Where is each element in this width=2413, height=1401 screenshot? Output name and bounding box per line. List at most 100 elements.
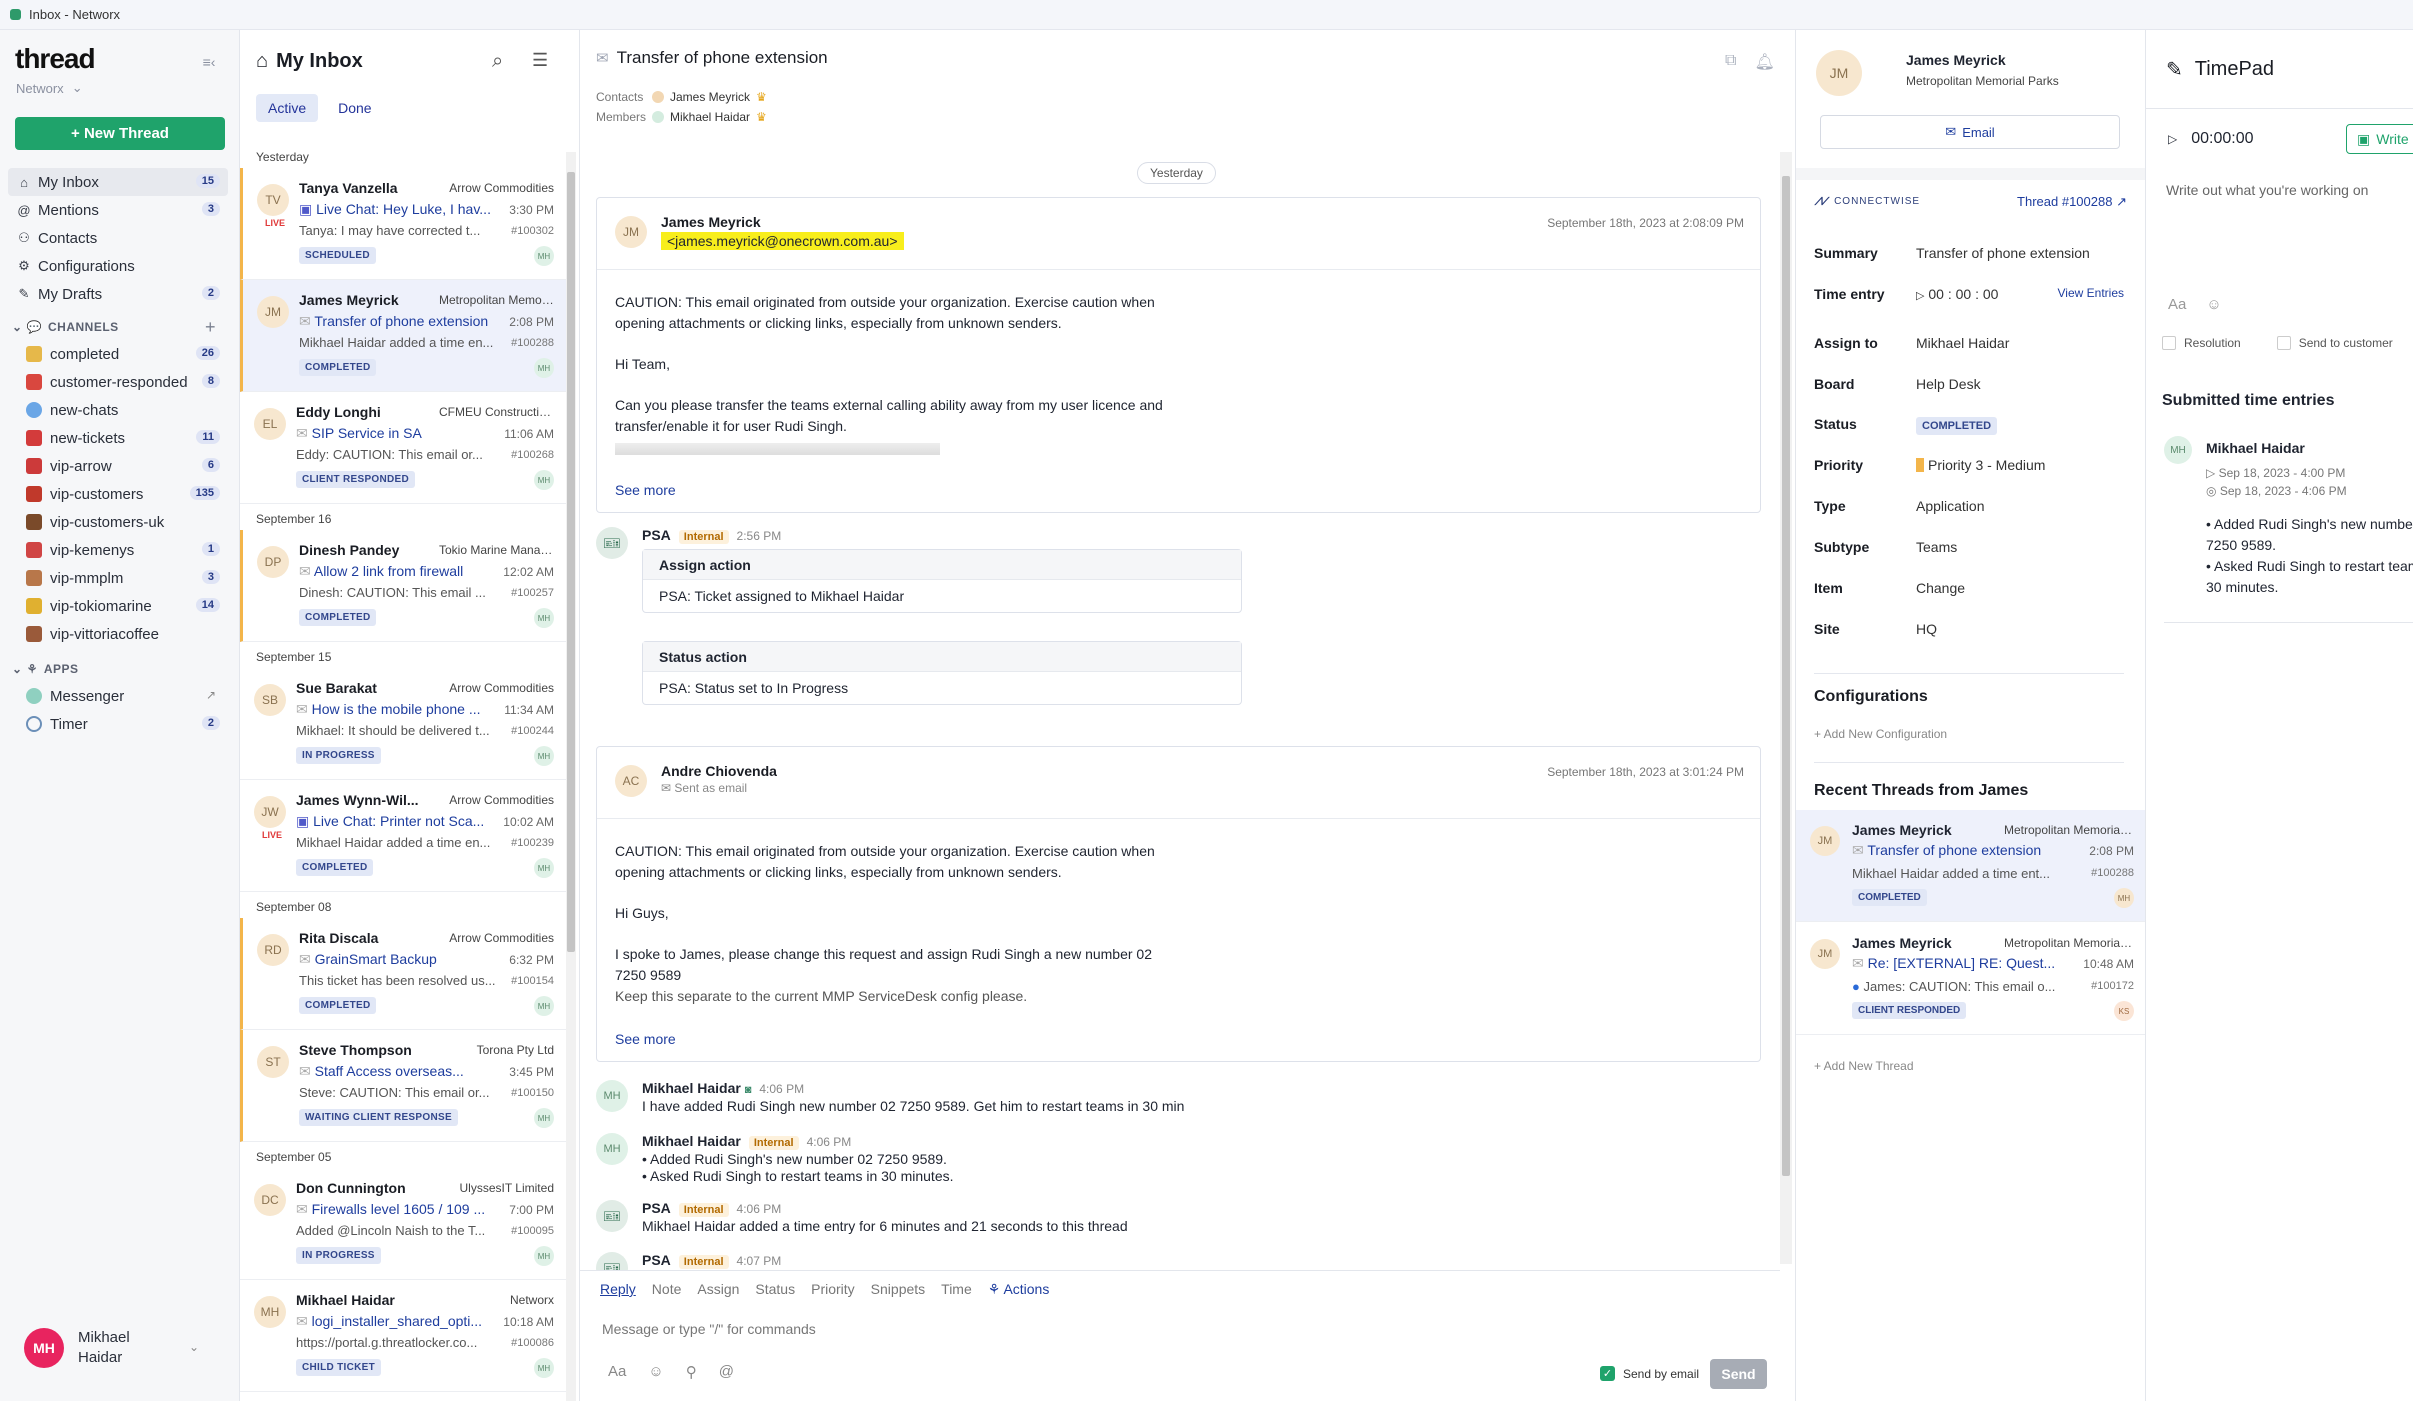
inbox-scrollbar[interactable] (566, 152, 576, 1401)
send-button[interactable]: Send (1710, 1359, 1767, 1389)
thread-list-item[interactable]: JW LIVE James Wynn-Wil... Arrow Commodities… (240, 780, 566, 892)
tab-active[interactable]: Active (256, 94, 319, 122)
emoji-icon[interactable]: ☺ (648, 1363, 663, 1381)
add-channel-button[interactable]: + (205, 317, 216, 338)
tab-done[interactable]: Done (326, 94, 383, 122)
tab-time[interactable]: Time (941, 1281, 972, 1298)
app-timer[interactable]: Timer 2 (8, 710, 228, 738)
copy-icon[interactable]: ⧉ (1725, 52, 1736, 72)
field-value[interactable]: Teams (1916, 539, 1957, 555)
recent-thread-item[interactable]: JM James Meyrick Metropolitan Memorial .… (1796, 810, 2146, 922)
mention-icon[interactable]: @ (719, 1363, 734, 1381)
email-button[interactable]: ✉ Email (1820, 115, 2120, 149)
sidebar-item-configurations[interactable]: ⚙ Configurations (8, 252, 228, 280)
view-entries-link[interactable]: View Entries (2058, 286, 2124, 300)
field-value[interactable]: Priority 3 - Medium (1916, 457, 2045, 473)
field-value[interactable]: Mikhael Haidar (1916, 335, 2009, 351)
thread-list-item[interactable]: EL Eddy Longhi CFMEU Constructio... ✉ SIP S… (240, 392, 566, 504)
play-icon[interactable]: ▷ (1916, 290, 1924, 302)
thread-list-item[interactable]: RD Rita Discala Arrow Commodities ✉ GrainSm… (240, 918, 566, 1030)
search-icon[interactable]: ⌕ (492, 50, 503, 73)
thread-list-item[interactable]: MH Mikhael Haidar Networx ✉ logi_installer_… (240, 1280, 566, 1392)
message-input[interactable]: Message or type "/" for commands (602, 1321, 816, 1337)
apps-header[interactable]: ⌄ ⚘ APPS (8, 656, 228, 682)
member-chip[interactable]: Mikhael Haidar ♛ (652, 110, 767, 124)
channel-vip-kemenys[interactable]: vip-kemenys 1 (8, 536, 228, 564)
tab-reply[interactable]: Reply (600, 1281, 636, 1298)
channel-customer-responded[interactable]: customer-responded 8 (8, 368, 228, 396)
thread-list-item[interactable]: SB Sue Barakat Arrow Commodities ✉ How is t… (240, 668, 566, 780)
app-messenger[interactable]: Messenger ↗ (8, 682, 228, 710)
channel-vip-mmplm[interactable]: vip-mmplm 3 (8, 564, 228, 592)
play-icon[interactable]: ▷ (2168, 132, 2177, 146)
send-to-customer-checkbox[interactable]: Send to customer (2276, 336, 2393, 350)
tab-note[interactable]: Note (652, 1281, 682, 1298)
field-value[interactable]: Transfer of phone extension (1916, 245, 2090, 261)
contact-name[interactable]: James Meyrick (1906, 52, 2006, 68)
channel-new-chats[interactable]: new-chats (8, 396, 228, 424)
checkbox-icon[interactable] (2276, 336, 2291, 350)
message-line: • Added Rudi Singh's new number 02 7250 … (642, 1151, 947, 1167)
see-more-link[interactable]: See more (615, 1031, 676, 1047)
channel-vip-vittoriacoffee[interactable]: vip-vittoriacoffee (8, 620, 228, 648)
timepad-notes-input[interactable]: Write out what you're working on (2166, 182, 2368, 198)
sidebar-item-contacts[interactable]: ⚇ Contacts (8, 224, 228, 252)
subject-text: GrainSmart Backup (314, 951, 437, 967)
collapse-sidebar-icon[interactable]: ≡‹ (198, 54, 220, 74)
channel-completed[interactable]: completed 26 (8, 340, 228, 368)
brand-logo[interactable]: thread (15, 43, 96, 75)
thread-list-item[interactable]: JM James Meyrick Metropolitan Memor... ✉ Tr… (240, 280, 566, 392)
field-value[interactable]: COMPLETED (1916, 416, 1998, 435)
add-configuration-link[interactable]: + Add New Configuration (1814, 727, 1947, 741)
sidebar-item-my-drafts[interactable]: ✎ My Drafts 2 (8, 280, 228, 308)
see-more-link[interactable]: See more (615, 482, 676, 498)
resolution-checkbox[interactable]: Resolution (2162, 336, 2241, 350)
scrollbar-thumb[interactable] (1782, 176, 1790, 1176)
thread-link[interactable]: Thread #100288 ↗ (2017, 194, 2127, 210)
scrollbar-thumb[interactable] (567, 172, 575, 952)
text-format-icon[interactable]: Aa (2168, 296, 2186, 313)
field-value[interactable]: Help Desk (1916, 376, 1981, 392)
tab-assign[interactable]: Assign (697, 1281, 739, 1298)
avatar: SB (254, 684, 286, 716)
channel-vip-customers[interactable]: vip-customers 135 (8, 480, 228, 508)
submitted-entries-title: Submitted time entries (2162, 392, 2335, 409)
recent-thread-item[interactable]: JM James Meyrick Metropolitan Memorial .… (1796, 923, 2146, 1035)
channel-vip-arrow[interactable]: vip-arrow 6 (8, 452, 228, 480)
send-by-email-toggle[interactable]: ✓ Send by email (1600, 1366, 1699, 1381)
tab-actions[interactable]: ⚘ Actions (988, 1281, 1050, 1298)
emoji-icon[interactable]: ☺ (2206, 296, 2221, 313)
tab-priority[interactable]: Priority (811, 1281, 855, 1298)
thread-list-item[interactable]: ST Steve Thompson Torona Pty Ltd ✉ Staff Ac… (240, 1030, 566, 1142)
tab-snippets[interactable]: Snippets (871, 1281, 925, 1298)
thread-list-item[interactable]: TV LIVE Tanya Vanzella Arrow Commodities ▣ L… (240, 168, 566, 280)
field-value[interactable]: Application (1916, 498, 1985, 514)
channel-new-tickets[interactable]: new-tickets 11 (8, 424, 228, 452)
conversation-scrollbar[interactable] (1780, 152, 1792, 1264)
checkbox-icon[interactable] (2162, 336, 2176, 350)
bell-icon[interactable]: 🔔︎ (1754, 52, 1774, 72)
thread-list-item[interactable]: DP Dinesh Pandey Tokio Marine Manag... ✉ Al… (240, 530, 566, 642)
external-link-icon[interactable]: ↗ (206, 688, 216, 702)
contact-chip[interactable]: James Meyrick ♛ (652, 90, 767, 104)
sort-icon[interactable]: ☰ (532, 50, 548, 71)
current-user-menu[interactable]: MH Mikhael Haidar ⌄ (24, 1328, 199, 1368)
sidebar-item-my-inbox[interactable]: ⌂ My Inbox 15 (8, 168, 228, 196)
field-value[interactable]: HQ (1916, 621, 1937, 637)
thread-list-item[interactable]: DC Don Cunnington UlyssesIT Limited ✉ Firew… (240, 1168, 566, 1280)
add-thread-link[interactable]: + Add New Thread (1814, 1059, 1914, 1073)
tab-status[interactable]: Status (755, 1281, 795, 1298)
recent-threads-title: Recent Threads from James (1814, 782, 2029, 799)
channels-header[interactable]: ⌄ 💬 CHANNELS + (8, 314, 228, 340)
checkbox-checked-icon[interactable]: ✓ (1600, 1366, 1615, 1381)
write-button[interactable]: ▣ Write (2346, 124, 2413, 154)
text-format-icon[interactable]: Aa (608, 1363, 626, 1381)
channel-vip-customers-uk[interactable]: vip-customers-uk (8, 508, 228, 536)
thread-preview: Dinesh: CAUTION: This email ... (299, 585, 486, 600)
sidebar-item-mentions[interactable]: @ Mentions 3 (8, 196, 228, 224)
channel-vip-tokiomarine[interactable]: vip-tokiomarine 14 (8, 592, 228, 620)
attachment-icon[interactable]: ⚲ (686, 1363, 697, 1381)
new-thread-button[interactable]: + New Thread (15, 117, 225, 150)
field-value[interactable]: Change (1916, 580, 1965, 596)
workspace-switcher[interactable]: Networx ⌄ (16, 80, 83, 96)
